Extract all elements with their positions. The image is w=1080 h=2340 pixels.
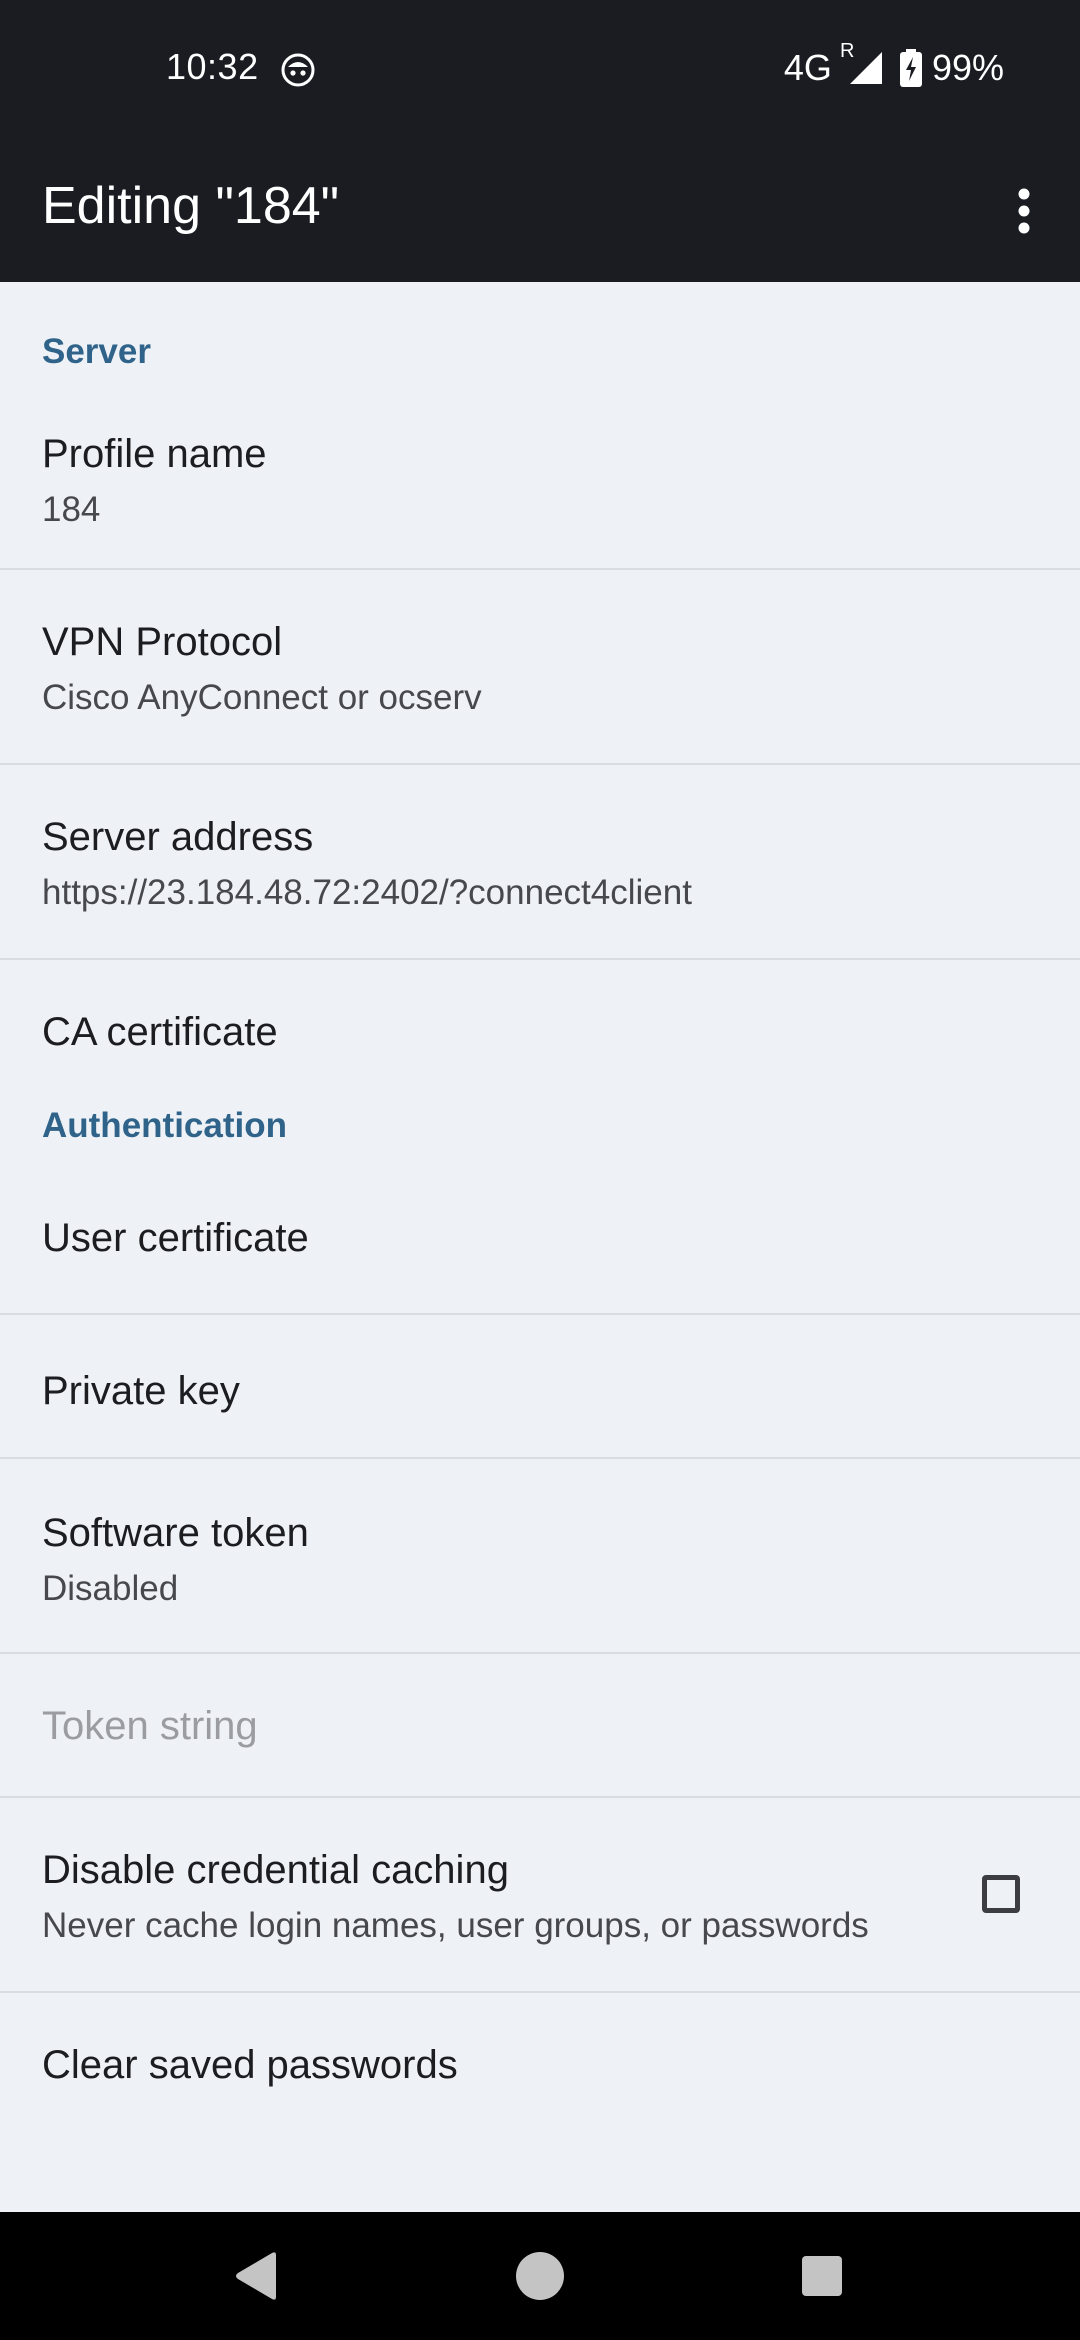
pref-ca-certificate[interactable]: CA certificate — [0, 960, 1080, 1100]
more-vertical-icon — [1018, 188, 1030, 234]
status-time: 10:32 — [166, 46, 259, 87]
pref-server-address-summary: https://23.184.48.72:2402/?connect4clien… — [42, 873, 692, 912]
pref-ca-certificate-title: CA certificate — [42, 1010, 278, 1054]
pref-disable-credential-caching-summary: Never cache login names, user groups, or… — [42, 1906, 869, 1945]
back-button[interactable] — [226, 2246, 286, 2306]
pref-vpn-protocol-summary: Cisco AnyConnect or ocserv — [42, 678, 482, 717]
preferences-list: Server Profile name 184 VPN Protocol Cis… — [0, 282, 1080, 2212]
category-server-label: Server — [42, 332, 151, 371]
more-options-button[interactable] — [980, 167, 1068, 255]
signal-icon: R — [840, 40, 882, 88]
category-server: Server — [0, 282, 1080, 392]
status-bar: 10:32 4G R 99% — [0, 0, 1080, 140]
category-authentication: Authentication — [0, 1100, 1080, 1180]
category-authentication-label: Authentication — [42, 1106, 287, 1145]
pref-user-certificate-title: User certificate — [42, 1216, 309, 1260]
status-indicators: 4G R 99% — [783, 40, 1004, 90]
notification-face-icon — [281, 53, 315, 87]
pref-disable-credential-caching[interactable]: Disable credential caching Never cache l… — [0, 1798, 1080, 1993]
pref-server-address-title: Server address — [42, 815, 314, 859]
battery-percent: 99% — [931, 47, 1004, 88]
home-button[interactable] — [510, 2246, 570, 2306]
home-circle-icon — [516, 2252, 564, 2300]
recents-button[interactable] — [792, 2246, 852, 2306]
back-triangle-icon — [236, 2252, 276, 2300]
pref-token-string-title: Token string — [42, 1704, 258, 1748]
pref-token-string[interactable]: Token string — [0, 1654, 1080, 1798]
pref-user-certificate[interactable]: User certificate — [0, 1180, 1080, 1315]
pref-clear-saved-passwords[interactable]: Clear saved passwords — [0, 1993, 1080, 2153]
pref-private-key[interactable]: Private key — [0, 1315, 1080, 1459]
pref-software-token-summary: Disabled — [42, 1569, 179, 1608]
pref-vpn-protocol-title: VPN Protocol — [42, 620, 283, 664]
pref-profile-name-title: Profile name — [42, 432, 267, 476]
pref-profile-name[interactable]: Profile name 184 — [0, 392, 1080, 570]
pref-software-token-title: Software token — [42, 1511, 309, 1555]
pref-private-key-title: Private key — [42, 1369, 240, 1413]
battery-charging-icon — [899, 49, 922, 87]
pref-clear-saved-passwords-title: Clear saved passwords — [42, 2043, 458, 2087]
pref-disable-credential-caching-title: Disable credential caching — [42, 1848, 509, 1892]
app-bar: Editing "184" — [0, 140, 1080, 282]
page-title: Editing "184" — [42, 177, 340, 235]
disable-credential-caching-checkbox[interactable] — [982, 1875, 1020, 1913]
navigation-bar — [0, 2212, 1080, 2340]
network-type: 4G — [783, 47, 832, 88]
pref-profile-name-summary: 184 — [42, 490, 101, 529]
pref-software-token[interactable]: Software token Disabled — [0, 1459, 1080, 1654]
recents-square-icon — [802, 2256, 842, 2296]
pref-vpn-protocol[interactable]: VPN Protocol Cisco AnyConnect or ocserv — [0, 570, 1080, 765]
pref-server-address[interactable]: Server address https://23.184.48.72:2402… — [0, 765, 1080, 960]
